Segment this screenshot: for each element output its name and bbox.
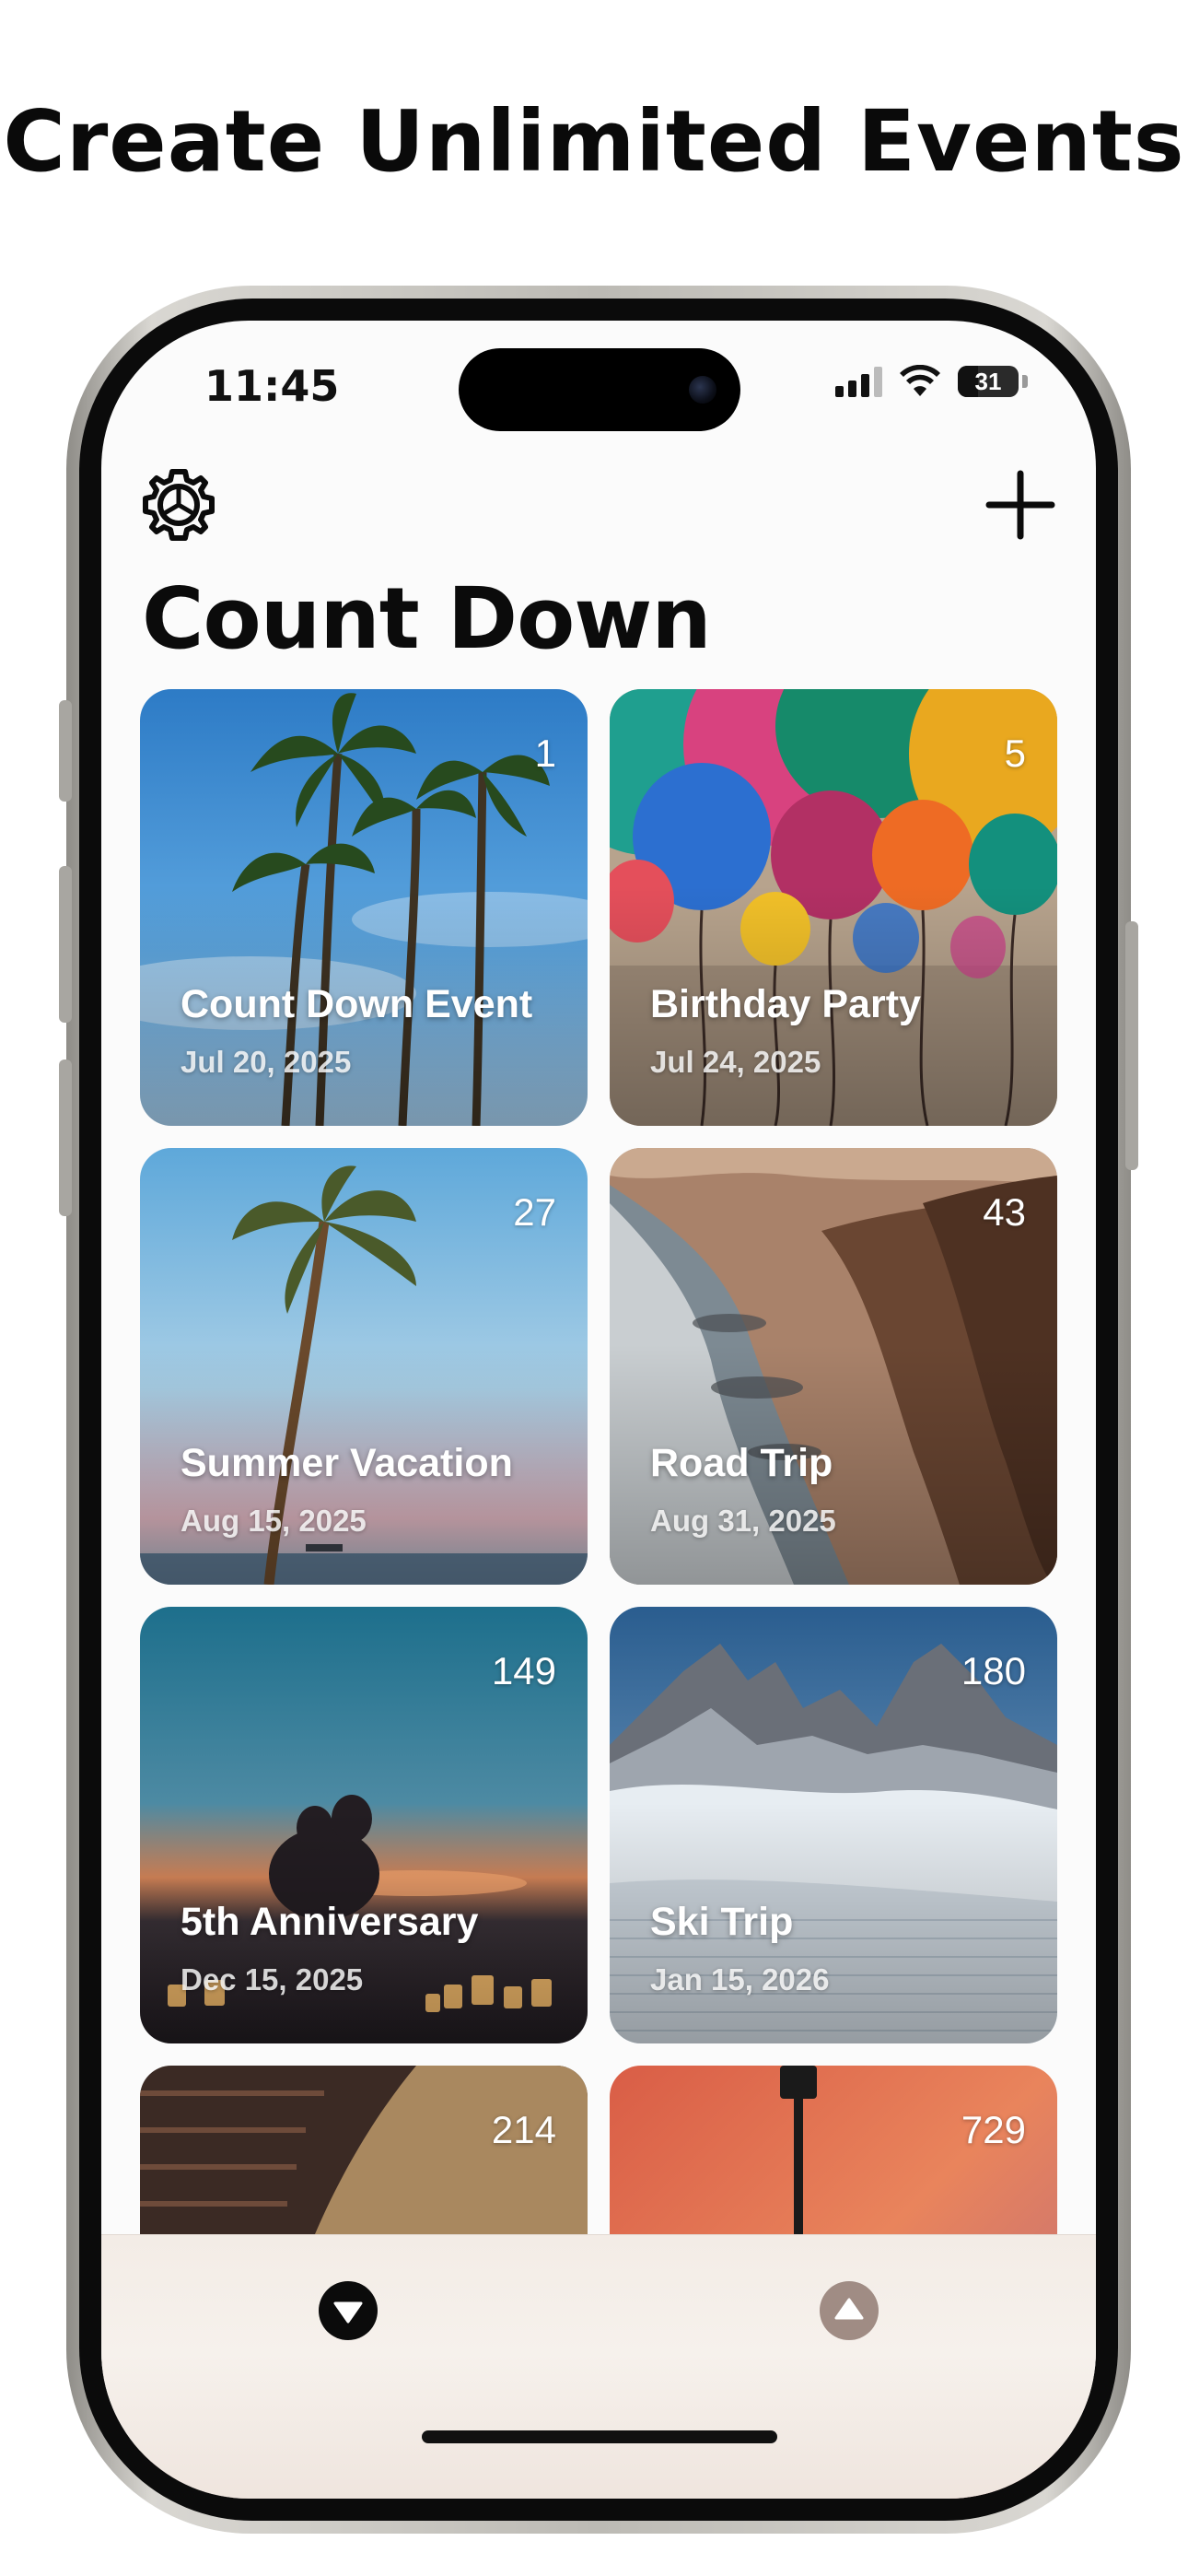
page-title: Count Down: [142, 569, 712, 668]
app-screen: 11:45 31 Count Down 1 Count Down Event J…: [101, 321, 1096, 2499]
event-name: Birthday Party: [650, 982, 921, 1026]
event-date: Jul 24, 2025: [650, 1045, 821, 1079]
status-icons: 31: [835, 365, 1028, 398]
days-remaining: 1: [534, 732, 556, 775]
battery-level: 31: [974, 368, 1002, 395]
event-card[interactable]: 5 Birthday Party Jul 24, 2025: [610, 689, 1057, 1126]
event-date: Aug 15, 2025: [181, 1504, 367, 1538]
battery-cap: [1022, 375, 1028, 388]
days-remaining: 149: [491, 1649, 556, 1692]
home-indicator[interactable]: [422, 2430, 777, 2443]
bottom-toolbar: [101, 2234, 1096, 2499]
wifi-icon: [900, 365, 940, 396]
dynamic-island: [459, 348, 740, 431]
event-card[interactable]: 1 Count Down Event Jul 20, 2025: [140, 689, 588, 1126]
event-name: Summer Vacation: [181, 1441, 513, 1485]
event-card[interactable]: 43 Road Trip Aug 31, 2025: [610, 1148, 1057, 1585]
event-name: Road Trip: [650, 1441, 833, 1485]
event-date: Jul 20, 2025: [181, 1045, 352, 1079]
days-remaining: 180: [961, 1649, 1026, 1692]
event-card[interactable]: 149 5th Anniversary Dec 15, 2025: [140, 1607, 588, 2043]
days-remaining: 729: [961, 2108, 1026, 2151]
gear-icon[interactable]: [140, 466, 217, 544]
battery-icon: 31: [958, 366, 1019, 397]
event-card[interactable]: 180 Ski Trip Jan 15, 2026: [610, 1607, 1057, 2043]
events-grid: 1 Count Down Event Jul 20, 2025 5 Birthd…: [140, 689, 1057, 2499]
front-camera-icon: [689, 376, 716, 404]
arrow-up-circle-icon[interactable]: [818, 2279, 880, 2342]
action-button: [59, 700, 72, 802]
volume-up-button: [59, 866, 72, 1023]
event-date: Jan 15, 2026: [650, 1962, 830, 1996]
event-name: Ski Trip: [650, 1900, 794, 1944]
event-name: Count Down Event: [181, 982, 533, 1026]
days-remaining: 5: [1004, 732, 1026, 775]
days-remaining: 43: [983, 1190, 1026, 1234]
status-time: 11:45: [204, 361, 340, 411]
days-remaining: 27: [513, 1190, 556, 1234]
event-name: 5th Anniversary: [181, 1900, 479, 1944]
volume-down-button: [59, 1060, 72, 1216]
cellular-signal-icon: [835, 366, 882, 397]
power-button: [1125, 921, 1138, 1170]
event-card[interactable]: 27 Summer Vacation Aug 15, 2025: [140, 1148, 588, 1585]
promo-headline: Create Unlimited Events: [3, 92, 1185, 191]
plus-icon[interactable]: [984, 468, 1057, 542]
days-remaining: 214: [491, 2108, 556, 2151]
event-date: Aug 31, 2025: [650, 1504, 836, 1538]
arrow-down-circle-icon[interactable]: [317, 2279, 379, 2342]
event-date: Dec 15, 2025: [181, 1962, 364, 1996]
